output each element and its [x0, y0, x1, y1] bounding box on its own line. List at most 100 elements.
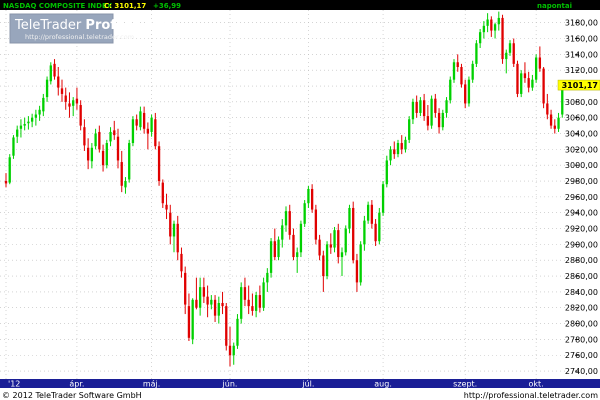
candle [542, 67, 545, 109]
watermark-brand: TeleTrader Professional [14, 18, 176, 33]
candle-body [49, 65, 52, 82]
candle-body [512, 43, 515, 64]
candle-body [16, 129, 19, 137]
candle-body [378, 212, 381, 242]
candle-body [549, 114, 553, 126]
candle-body [42, 97, 45, 112]
candle-body [202, 287, 206, 297]
candle-body [165, 204, 168, 210]
candle-body [322, 255, 325, 277]
candle-body [120, 162, 123, 186]
candle-body [415, 101, 418, 113]
candle-body [456, 62, 459, 68]
header-close-label: C: 3101,17 [104, 2, 146, 10]
candle-body [38, 109, 41, 115]
candle [520, 70, 523, 98]
footer-url: http://professional.teletrader.com [464, 391, 598, 400]
candle [352, 201, 355, 264]
y-tick-label: 3040,00 [565, 130, 598, 139]
y-tick-label: 3140,00 [565, 50, 598, 59]
candle-body [340, 252, 344, 258]
candle-body [299, 223, 303, 253]
candle-body [464, 84, 467, 104]
candle-body [131, 119, 135, 144]
candle-body [64, 95, 67, 102]
x-tick-label: máj. [143, 380, 160, 389]
header-range: napontai [537, 2, 572, 10]
y-tick-label: 2800,00 [565, 320, 598, 329]
candle [277, 236, 280, 261]
candle-body [411, 101, 415, 120]
y-tick-label: 2740,00 [565, 367, 598, 376]
candle-body [68, 103, 71, 107]
candle-body [359, 244, 362, 283]
candle-body [142, 112, 146, 129]
candle [501, 14, 504, 64]
y-axis-ticks: 3180,003160,003140,003120,003100,003080,… [565, 19, 598, 376]
y-tick-label: 2920,00 [565, 225, 598, 234]
header-instrument: NASDAQ COMPOSITE INDEX [3, 2, 113, 10]
candle-body [269, 241, 273, 273]
candle-body [337, 230, 340, 258]
candle-body [90, 147, 94, 162]
candle [8, 154, 11, 185]
candle-body [236, 318, 239, 346]
x-axis-bar [0, 379, 600, 388]
candle-body [505, 52, 508, 60]
candle [430, 95, 433, 129]
candle-body [184, 272, 187, 305]
candle-body [516, 63, 519, 94]
candle-body [486, 19, 489, 26]
candle-body [277, 239, 280, 258]
candle-body [366, 204, 370, 221]
candle-body [266, 272, 269, 283]
candle [128, 139, 131, 183]
y-tick-label: 3180,00 [565, 19, 598, 28]
candle-body [314, 209, 318, 240]
candle-body [27, 121, 30, 124]
candle-body [228, 345, 232, 356]
candle [460, 63, 463, 88]
candle-body [557, 117, 560, 129]
candle-body [419, 100, 422, 113]
candle-body [520, 73, 523, 94]
candle-body [288, 211, 291, 235]
candle [191, 298, 194, 345]
candle-body [296, 252, 299, 258]
y-tick-label: 2780,00 [565, 335, 598, 344]
x-tick-label: júl. [301, 380, 314, 389]
candle-body [206, 296, 209, 305]
candle-body [445, 100, 448, 113]
candle [385, 155, 388, 188]
y-tick-label: 2880,00 [565, 256, 598, 265]
candle-body [422, 100, 426, 117]
footer-copyright: © 2012 TeleTrader Software GmbH [2, 391, 142, 400]
candle-body [169, 212, 172, 237]
candle [105, 139, 108, 169]
chart-canvas: NASDAQ COMPOSITE INDEX C: 3101,17 +36,99… [0, 0, 600, 400]
candlestick-chart: NASDAQ COMPOSITE INDEX C: 3101,17 +36,99… [0, 0, 600, 400]
candle-body [243, 287, 247, 300]
candle-body [434, 98, 437, 113]
candle-body [318, 239, 321, 256]
candle-body [292, 234, 295, 258]
candle-body [198, 287, 202, 308]
candle [325, 241, 329, 280]
candle-body [542, 68, 545, 104]
candle-body [471, 63, 474, 80]
candle [236, 314, 239, 349]
candle-body [247, 299, 250, 307]
candle-body [546, 103, 549, 115]
candle-body [83, 127, 86, 146]
candle-body [493, 24, 497, 31]
candle-body [441, 112, 444, 128]
candle-body [128, 143, 131, 180]
candle-body [172, 223, 176, 237]
candle-body [213, 299, 217, 316]
candle-body [191, 299, 194, 340]
candle-body [437, 112, 441, 128]
candle-body [34, 114, 38, 118]
candle [452, 59, 456, 83]
candle-body [501, 17, 504, 60]
candle-body [101, 150, 105, 166]
